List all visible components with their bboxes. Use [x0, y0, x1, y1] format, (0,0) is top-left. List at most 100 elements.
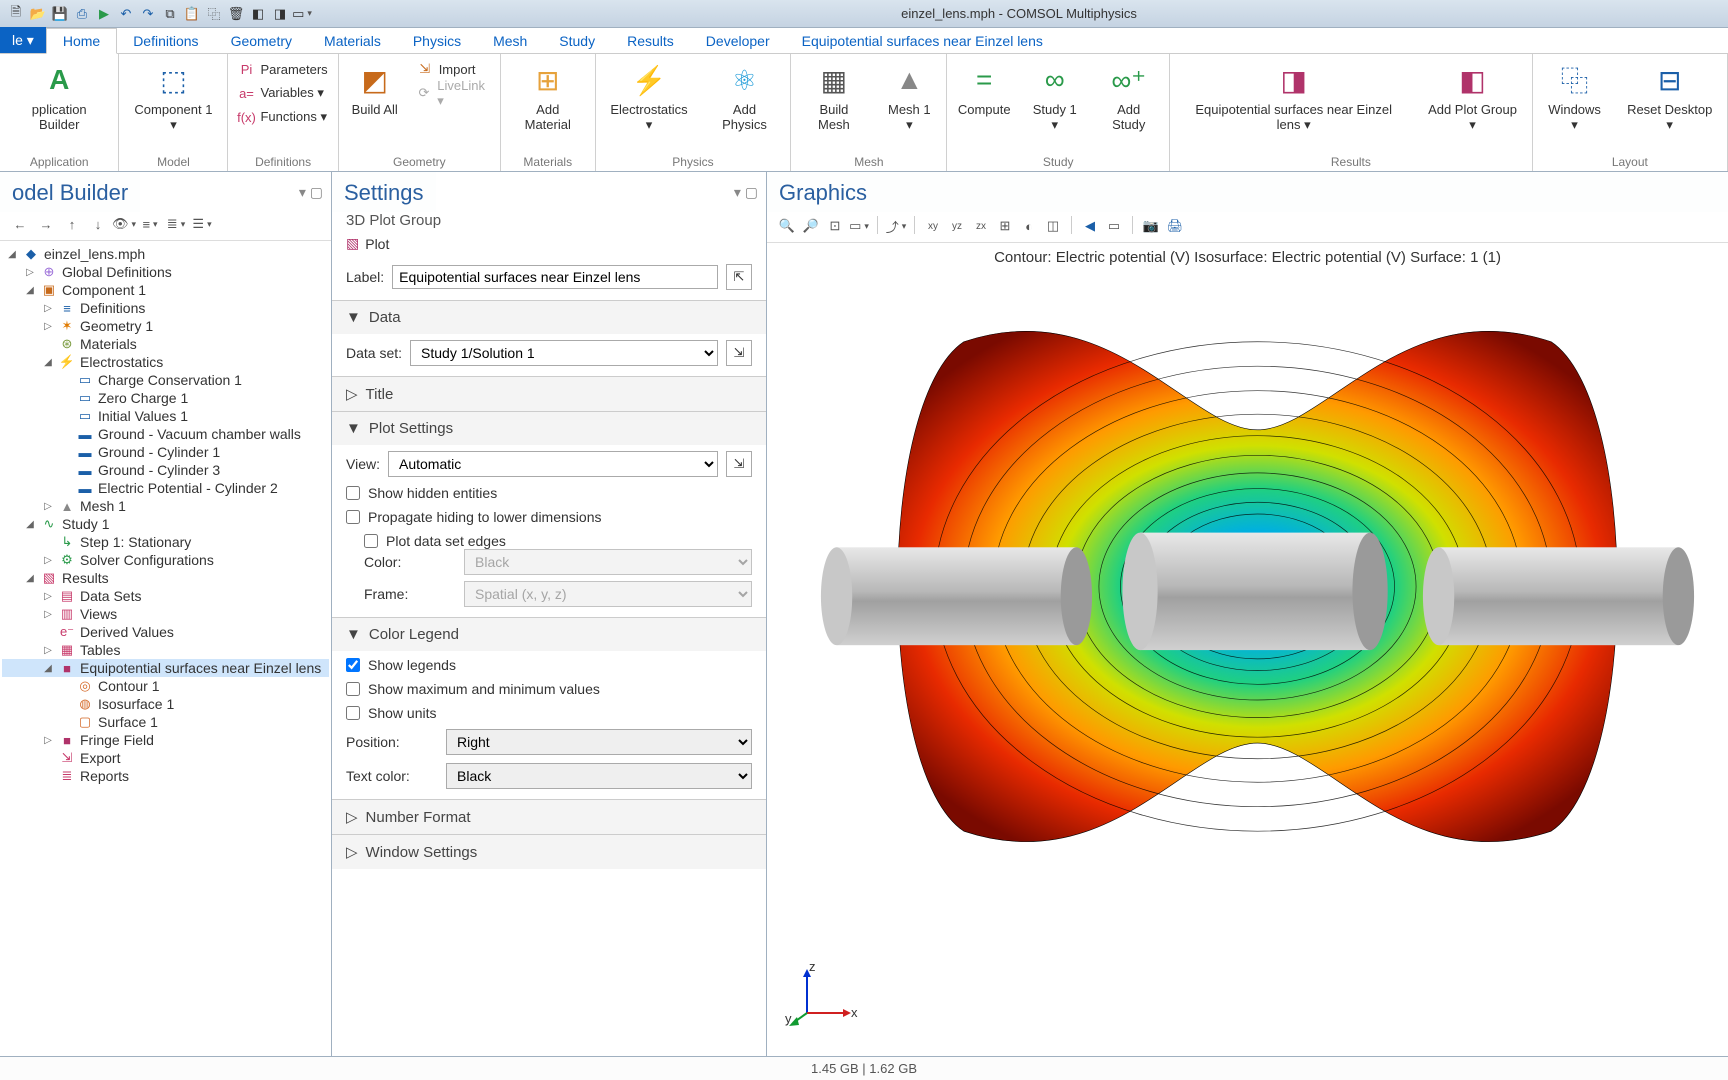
windows-button[interactable]: ⿻Windows ▾	[1541, 58, 1609, 134]
tree-row[interactable]: ▷⊕Global Definitions	[2, 263, 329, 281]
tab-definitions[interactable]: Definitions	[117, 29, 214, 53]
zoom-out-icon[interactable]: 🔎	[801, 216, 821, 236]
tree-row[interactable]: ↳Step 1: Stationary	[2, 533, 329, 551]
tab-materials[interactable]: Materials	[308, 29, 397, 53]
section-color-legend[interactable]: ▼Color Legend	[332, 618, 766, 651]
grid-icon[interactable]: ⊞	[995, 216, 1015, 236]
plotgroup-button[interactable]: ◨Equipotential surfaces near Einzel lens…	[1178, 58, 1409, 134]
tree-twisty-icon[interactable]: ▷	[42, 555, 54, 566]
tree-row[interactable]: ▬Electric Potential - Cylinder 2	[2, 479, 329, 497]
tab-developer[interactable]: Developer	[690, 29, 786, 53]
mb-nav-right-icon[interactable]: →	[36, 214, 56, 234]
section-number-format[interactable]: ▷Number Format	[332, 800, 766, 834]
build-all-button[interactable]: ◩Build All	[347, 58, 403, 119]
tree-row[interactable]: ◍Isosurface 1	[2, 695, 329, 713]
redo-icon[interactable]: ↷	[138, 4, 158, 24]
copy-icon[interactable]: ⧉	[160, 4, 180, 24]
tree-row[interactable]: ▭Zero Charge 1	[2, 389, 329, 407]
tree-row[interactable]: ▷✶Geometry 1	[2, 317, 329, 335]
tree-row[interactable]: ▭Initial Values 1	[2, 407, 329, 425]
mb-expand-icon[interactable]: ≣	[166, 214, 186, 234]
dataset-goto-icon[interactable]: ⇲	[726, 340, 752, 366]
tree-twisty-icon[interactable]: ▷	[42, 303, 54, 314]
tree-twisty-icon[interactable]: ▷	[42, 591, 54, 602]
delete-icon[interactable]: 🗑	[226, 4, 246, 24]
tab-physics[interactable]: Physics	[397, 29, 477, 53]
textcolor-select[interactable]: Black	[446, 763, 752, 789]
yz-view-icon[interactable]: yz	[947, 216, 967, 236]
tool1-icon[interactable]: ◧	[248, 4, 268, 24]
paste-icon[interactable]: 📋	[182, 4, 202, 24]
tree-twisty-icon[interactable]: ◢	[42, 357, 54, 368]
new-icon[interactable]: 🗎	[6, 4, 26, 24]
section-data[interactable]: ▼Data	[332, 301, 766, 334]
tree-twisty-icon[interactable]: ◢	[24, 573, 36, 584]
tool2-icon[interactable]: ◨	[270, 4, 290, 24]
chk-hidden[interactable]: Show hidden entities	[346, 485, 752, 501]
tree-row[interactable]: ◢⚡Electrostatics	[2, 353, 329, 371]
dataset-select[interactable]: Study 1/Solution 1	[410, 340, 718, 366]
tree-row[interactable]: ◢▧Results	[2, 569, 329, 587]
zx-view-icon[interactable]: zx	[971, 216, 991, 236]
chk-propagate[interactable]: Propagate hiding to lower dimensions	[346, 509, 752, 525]
add-plotgroup-button[interactable]: ◧Add Plot Group ▾	[1421, 58, 1523, 134]
tree-row[interactable]: ▷▦Tables	[2, 641, 329, 659]
label-link-icon[interactable]: ⇱	[726, 264, 752, 290]
reset-desktop-button[interactable]: ⊟Reset Desktop ▾	[1620, 58, 1719, 134]
add-study-button[interactable]: ∞⁺Add Study	[1096, 58, 1161, 134]
tab-results[interactable]: Results	[611, 29, 690, 53]
add-physics-button[interactable]: ⚛Add Physics	[707, 58, 783, 134]
tree-row[interactable]: ▷⚙Solver Configurations	[2, 551, 329, 569]
label-input[interactable]	[392, 265, 718, 289]
livelink-button[interactable]: ⟳LiveLink ▾	[415, 82, 492, 104]
tree-row[interactable]: ▷▲Mesh 1	[2, 497, 329, 515]
tree-row[interactable]: ▭Charge Conservation 1	[2, 371, 329, 389]
tree-row[interactable]: ⇲Export	[2, 749, 329, 767]
undo-icon[interactable]: ↶	[116, 4, 136, 24]
tree-row[interactable]: ◢∿Study 1	[2, 515, 329, 533]
tree-row[interactable]: ◢◆einzel_lens.mph	[2, 245, 329, 263]
variables-button[interactable]: a=Variables ▾	[236, 82, 329, 104]
tree-twisty-icon[interactable]: ◢	[24, 519, 36, 530]
tree-twisty-icon[interactable]: ◢	[42, 663, 54, 674]
graphics-canvas[interactable]: Contour: Electric potential (V) Isosurfa…	[767, 243, 1728, 1056]
tab-geometry[interactable]: Geometry	[215, 29, 308, 53]
tree-twisty-icon[interactable]: ▷	[24, 267, 36, 278]
tree-twisty-icon[interactable]: ▷	[42, 321, 54, 332]
tree-row[interactable]: ▬Ground - Cylinder 1	[2, 443, 329, 461]
goto-view-icon[interactable]: ⤴	[886, 216, 906, 236]
mb-up-icon[interactable]: ↑	[62, 214, 82, 234]
build-mesh-button[interactable]: ▦Build Mesh	[799, 58, 868, 134]
saveas-icon[interactable]: ⎙	[72, 4, 92, 24]
file-tab[interactable]: le ▾	[0, 27, 46, 53]
tree-twisty-icon[interactable]: ◢	[24, 285, 36, 296]
tree-twisty-icon[interactable]: ▷	[42, 609, 54, 620]
open-icon[interactable]: 📂	[28, 4, 48, 24]
duplicate-icon[interactable]: ⿻	[204, 4, 224, 24]
camera-icon[interactable]: 📷	[1141, 216, 1161, 236]
view-goto-icon[interactable]: ⇲	[726, 451, 752, 477]
plot-button[interactable]: ▧Plot	[332, 233, 766, 260]
app-builder-button[interactable]: Application Builder	[8, 58, 110, 134]
xy-view-icon[interactable]: xy	[923, 216, 943, 236]
study1-button[interactable]: ∞Study 1 ▾	[1025, 58, 1084, 134]
chk-legends[interactable]: Show legends	[346, 657, 752, 673]
tree-twisty-icon[interactable]: ◢	[6, 249, 18, 260]
electrostatics-button[interactable]: ⚡Electrostatics ▾	[604, 58, 695, 134]
panel-menu-icon[interactable]: ▾ ▢	[299, 184, 331, 201]
mesh1-button[interactable]: ▲Mesh 1 ▾	[880, 58, 938, 134]
zoom-extents-icon[interactable]: ⊡	[825, 216, 845, 236]
tab-home[interactable]: Home	[46, 28, 117, 54]
parameters-button[interactable]: PiParameters	[236, 58, 329, 80]
tree-row[interactable]: ▷▤Data Sets	[2, 587, 329, 605]
tree-row[interactable]: ▷≡Definitions	[2, 299, 329, 317]
scene-light-icon[interactable]: ◐	[1019, 216, 1039, 236]
zoom-box-icon[interactable]: ▭	[849, 216, 869, 236]
tree-twisty-icon[interactable]: ▷	[42, 735, 54, 746]
transparency-icon[interactable]: ◫	[1043, 216, 1063, 236]
tab-mesh[interactable]: Mesh	[477, 29, 543, 53]
model-tree[interactable]: ◢◆einzel_lens.mph▷⊕Global Definitions◢▣C…	[0, 241, 331, 789]
functions-button[interactable]: f(x)Functions ▾	[236, 106, 329, 128]
compute-button[interactable]: =Compute	[955, 58, 1013, 119]
tree-row[interactable]: ≣Reports	[2, 767, 329, 785]
